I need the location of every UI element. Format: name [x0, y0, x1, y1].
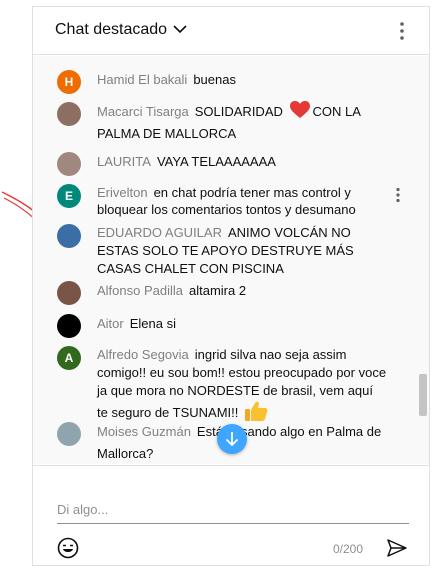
message-text: Elena si: [129, 316, 176, 331]
thumbs-up-emoji-icon: [245, 401, 268, 421]
author-name[interactable]: Alfonso Padilla: [97, 283, 183, 298]
avatar[interactable]: [57, 422, 81, 446]
message-text: SOLIDARIDAD: [194, 104, 283, 119]
avatar[interactable]: [57, 152, 81, 176]
message-text: buenas: [193, 72, 236, 87]
avatar[interactable]: [57, 224, 81, 248]
author-name[interactable]: Alfredo Segovia: [97, 347, 189, 362]
scrollbar-thumb[interactable]: [419, 374, 427, 416]
author-name[interactable]: Aitor: [97, 316, 124, 331]
chat-header: Chat destacado: [33, 7, 429, 55]
avatar[interactable]: [57, 281, 81, 305]
message-text: VAYA TELAAAAAAA: [156, 154, 276, 169]
heart-emoji-icon: [289, 101, 310, 118]
character-counter: 0/200: [333, 542, 364, 556]
avatar[interactable]: [57, 314, 81, 338]
emoji-picker-icon[interactable]: [57, 537, 79, 559]
author-name[interactable]: Macarci Tisarga: [97, 104, 189, 119]
chat-message-list[interactable]: H Hamid El bakali buenas Macarci Tisarga S…: [33, 56, 429, 464]
avatar[interactable]: [57, 102, 81, 126]
author-name[interactable]: Erivelton: [97, 185, 148, 200]
chat-message-input[interactable]: [57, 496, 409, 524]
message-more-icon[interactable]: [395, 187, 401, 203]
arrow-down-icon: [225, 432, 239, 447]
avatar[interactable]: H: [57, 70, 81, 94]
live-chat-panel: Chat destacado H Hamid El bakali buenas M…: [32, 6, 430, 566]
avatar[interactable]: E: [57, 184, 81, 208]
author-name[interactable]: EDUARDO AGUILAR: [97, 225, 222, 240]
chat-mode-title[interactable]: Chat destacado: [55, 21, 167, 39]
more-options-icon[interactable]: [399, 21, 405, 41]
author-name[interactable]: LAURITA: [97, 154, 151, 169]
avatar[interactable]: A: [57, 346, 81, 370]
author-name[interactable]: Moises Guzmán: [97, 424, 191, 439]
chat-input-area: 0/200: [33, 465, 429, 565]
message-text: altamira 2: [189, 283, 247, 298]
send-icon[interactable]: [386, 538, 408, 558]
scroll-to-bottom-button[interactable]: [217, 424, 247, 454]
chevron-down-icon[interactable]: [173, 24, 187, 34]
author-name[interactable]: Hamid El bakali: [97, 72, 187, 87]
